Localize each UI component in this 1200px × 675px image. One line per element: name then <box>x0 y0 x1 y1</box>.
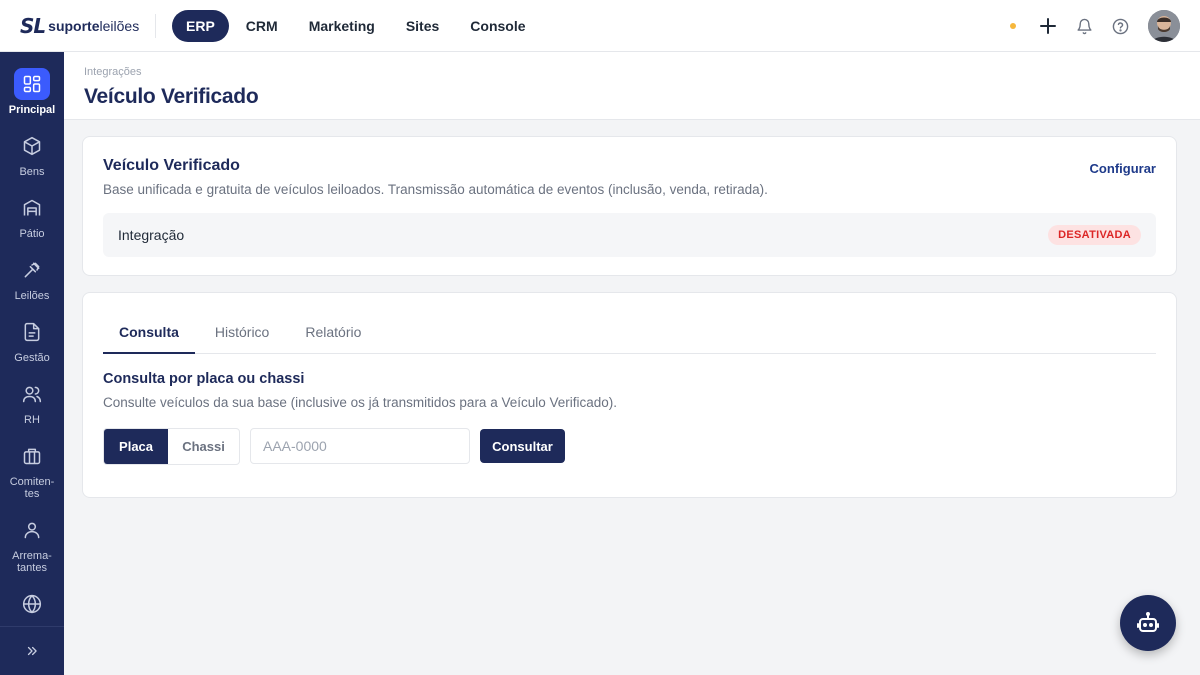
topnav-console[interactable]: Console <box>456 10 539 42</box>
sidebar-item-label: RH <box>24 414 40 426</box>
sidebar-item-gestao[interactable]: Gestão <box>0 316 64 364</box>
box-icon <box>14 130 50 162</box>
avatar[interactable] <box>1148 10 1180 42</box>
sidebar-item-patio[interactable]: Pátio <box>0 192 64 240</box>
plus-icon[interactable] <box>1038 16 1058 36</box>
sidebar-item-rh[interactable]: RH <box>0 378 64 426</box>
brand-text: suporteleilões <box>48 17 140 34</box>
help-icon[interactable] <box>1110 16 1130 36</box>
top-bar: SL suporteleilões ERP CRM Marketing Site… <box>0 0 1200 52</box>
integration-card: Veículo Verificado Base unificada e grat… <box>82 136 1177 276</box>
top-nav: ERP CRM Marketing Sites Console <box>172 9 543 42</box>
assistant-bot-button[interactable] <box>1120 595 1176 651</box>
sidebar-item-leiloes[interactable]: Leilões <box>0 254 64 302</box>
brand-mark: SL <box>20 13 46 38</box>
configure-link[interactable]: Configurar <box>1090 161 1156 176</box>
sidebar-item-label: Leilões <box>14 290 50 302</box>
top-divider <box>155 13 156 38</box>
consult-button[interactable]: Consultar <box>480 429 565 463</box>
warehouse-icon <box>14 192 50 224</box>
sidebar-item-arrematantes[interactable]: Arrema- tantes <box>0 514 64 574</box>
grid-icon <box>14 68 50 100</box>
top-actions <box>1010 10 1180 42</box>
sidebar-item-label: Comiten- tes <box>9 476 55 500</box>
lookup-title: Consulta por placa ou chassi <box>103 371 305 387</box>
topnav-marketing[interactable]: Marketing <box>295 10 389 42</box>
users-icon <box>14 378 50 410</box>
sidebar-item-label: Principal <box>8 104 56 116</box>
bell-icon[interactable] <box>1074 16 1094 36</box>
integration-label: Integração <box>118 227 185 243</box>
page-header: Integrações Veículo Verificado <box>64 52 1200 120</box>
lookup-description: Consulte veículos da sua base (inclusive… <box>103 395 618 410</box>
mode-toggle: Placa Chassi <box>103 428 240 465</box>
globe-icon <box>14 588 50 620</box>
brand-logo[interactable]: SL suporteleilões <box>20 11 155 41</box>
document-icon <box>14 316 50 348</box>
lookup-tabs: Consulta Histórico Relatório <box>103 313 1156 354</box>
integration-description: Base unificada e gratuita de veículos le… <box>103 182 768 197</box>
robot-icon <box>1137 612 1159 632</box>
sidebar-item-label: Pátio <box>19 228 45 240</box>
topnav-sites[interactable]: Sites <box>392 10 453 42</box>
status-badge: DESATIVADA <box>1048 225 1141 245</box>
sidebar-item-label: Gestão <box>14 352 50 364</box>
status-dot <box>1010 23 1016 29</box>
sidebar-item-label: Bens <box>19 166 45 178</box>
lookup-card: Consulta Histórico Relatório Consulta po… <box>82 292 1177 498</box>
tab-historico[interactable]: Histórico <box>199 313 285 354</box>
briefcase-icon <box>14 440 50 472</box>
breadcrumb[interactable]: Integrações <box>84 66 141 78</box>
plate-input[interactable] <box>250 428 470 464</box>
sidebar-item-comitentes[interactable]: Comiten- tes <box>0 440 64 500</box>
sidebar-item-sites[interactable] <box>0 588 64 620</box>
mode-placa-button[interactable]: Placa <box>104 429 169 464</box>
gavel-icon <box>14 254 50 286</box>
tab-consulta[interactable]: Consulta <box>103 313 195 354</box>
topnav-erp[interactable]: ERP <box>172 9 229 42</box>
sidebar-expand-button[interactable] <box>0 626 64 675</box>
integration-title: Veículo Verificado <box>103 157 240 174</box>
sidebar: Principal Bens Pátio Leilões Gestão RH C… <box>0 52 64 675</box>
sidebar-item-label: Arrema- tantes <box>12 550 52 574</box>
page-title: Veículo Verificado <box>84 85 259 108</box>
mode-chassi-button[interactable]: Chassi <box>168 429 239 464</box>
integration-status-row: Integração DESATIVADA <box>103 213 1156 257</box>
topnav-crm[interactable]: CRM <box>232 10 292 42</box>
chevrons-right-icon <box>27 646 37 656</box>
tab-relatorio[interactable]: Relatório <box>289 313 377 354</box>
sidebar-item-bens[interactable]: Bens <box>0 130 64 178</box>
sidebar-item-principal[interactable]: Principal <box>0 68 64 116</box>
user-icon <box>14 514 50 546</box>
